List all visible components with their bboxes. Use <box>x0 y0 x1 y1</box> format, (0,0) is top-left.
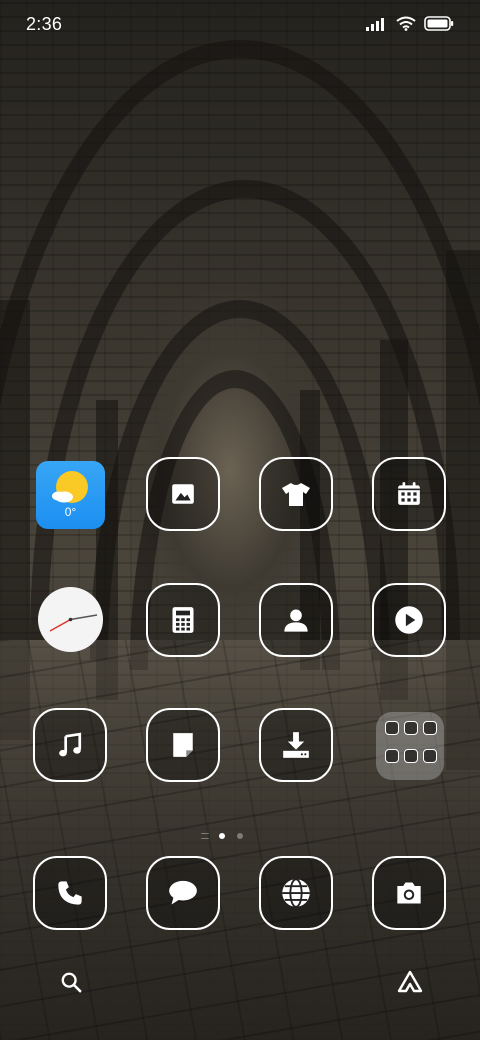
sun-cloud-icon <box>52 471 88 503</box>
search-icon <box>61 972 82 993</box>
phone-icon <box>58 881 82 905</box>
globe-icon <box>282 878 310 908</box>
themes-app[interactable] <box>259 457 333 531</box>
browser-app[interactable] <box>259 856 333 930</box>
weather-temperature: 0° <box>64 505 77 519</box>
status-time: 2:36 <box>26 14 63 34</box>
folder-mini-icon <box>423 721 437 735</box>
note-icon <box>173 733 193 757</box>
play-icon <box>395 606 423 634</box>
wifi-icon <box>396 16 416 31</box>
calendar-app[interactable] <box>372 457 446 531</box>
downloads-app[interactable] <box>259 708 333 782</box>
video-app[interactable] <box>372 583 446 657</box>
gallery-app[interactable] <box>146 457 220 531</box>
folder-mini-icon <box>404 748 418 763</box>
phone-app[interactable] <box>33 856 107 930</box>
page-dot <box>237 833 243 839</box>
page-indicator <box>0 831 480 841</box>
calculator-icon <box>172 607 194 633</box>
folder-mini-icon <box>385 748 399 763</box>
image-icon <box>172 484 194 504</box>
clock-widget[interactable] <box>38 587 103 652</box>
notes-app[interactable] <box>146 708 220 782</box>
page-dot <box>201 833 209 839</box>
tools-folder[interactable] <box>376 712 444 780</box>
analog-clock-icon <box>49 614 98 632</box>
app-vault-icon <box>397 970 423 993</box>
music-app[interactable] <box>33 708 107 782</box>
person-icon <box>284 609 308 632</box>
status-bar: 2:36 <box>0 0 480 50</box>
chat-bubble-icon <box>169 880 197 905</box>
calendar-icon <box>398 482 420 505</box>
calculator-app[interactable] <box>146 583 220 657</box>
signal-icon <box>366 17 384 31</box>
search-button[interactable] <box>50 961 92 1003</box>
music-note-icon <box>59 732 82 757</box>
download-icon <box>283 732 309 758</box>
folder-mini-icon <box>385 721 399 735</box>
folder-mini-icon <box>423 748 437 763</box>
camera-app[interactable] <box>372 856 446 930</box>
weather-widget[interactable]: 0° <box>36 461 105 529</box>
folder-mini-icon <box>404 721 418 735</box>
page-dot-active <box>219 833 225 839</box>
messages-app[interactable] <box>146 856 220 930</box>
contacts-app[interactable] <box>259 583 333 657</box>
tshirt-icon <box>282 483 310 506</box>
battery-icon <box>424 16 454 31</box>
camera-icon <box>397 882 421 904</box>
app-vault-button[interactable] <box>389 961 431 1003</box>
